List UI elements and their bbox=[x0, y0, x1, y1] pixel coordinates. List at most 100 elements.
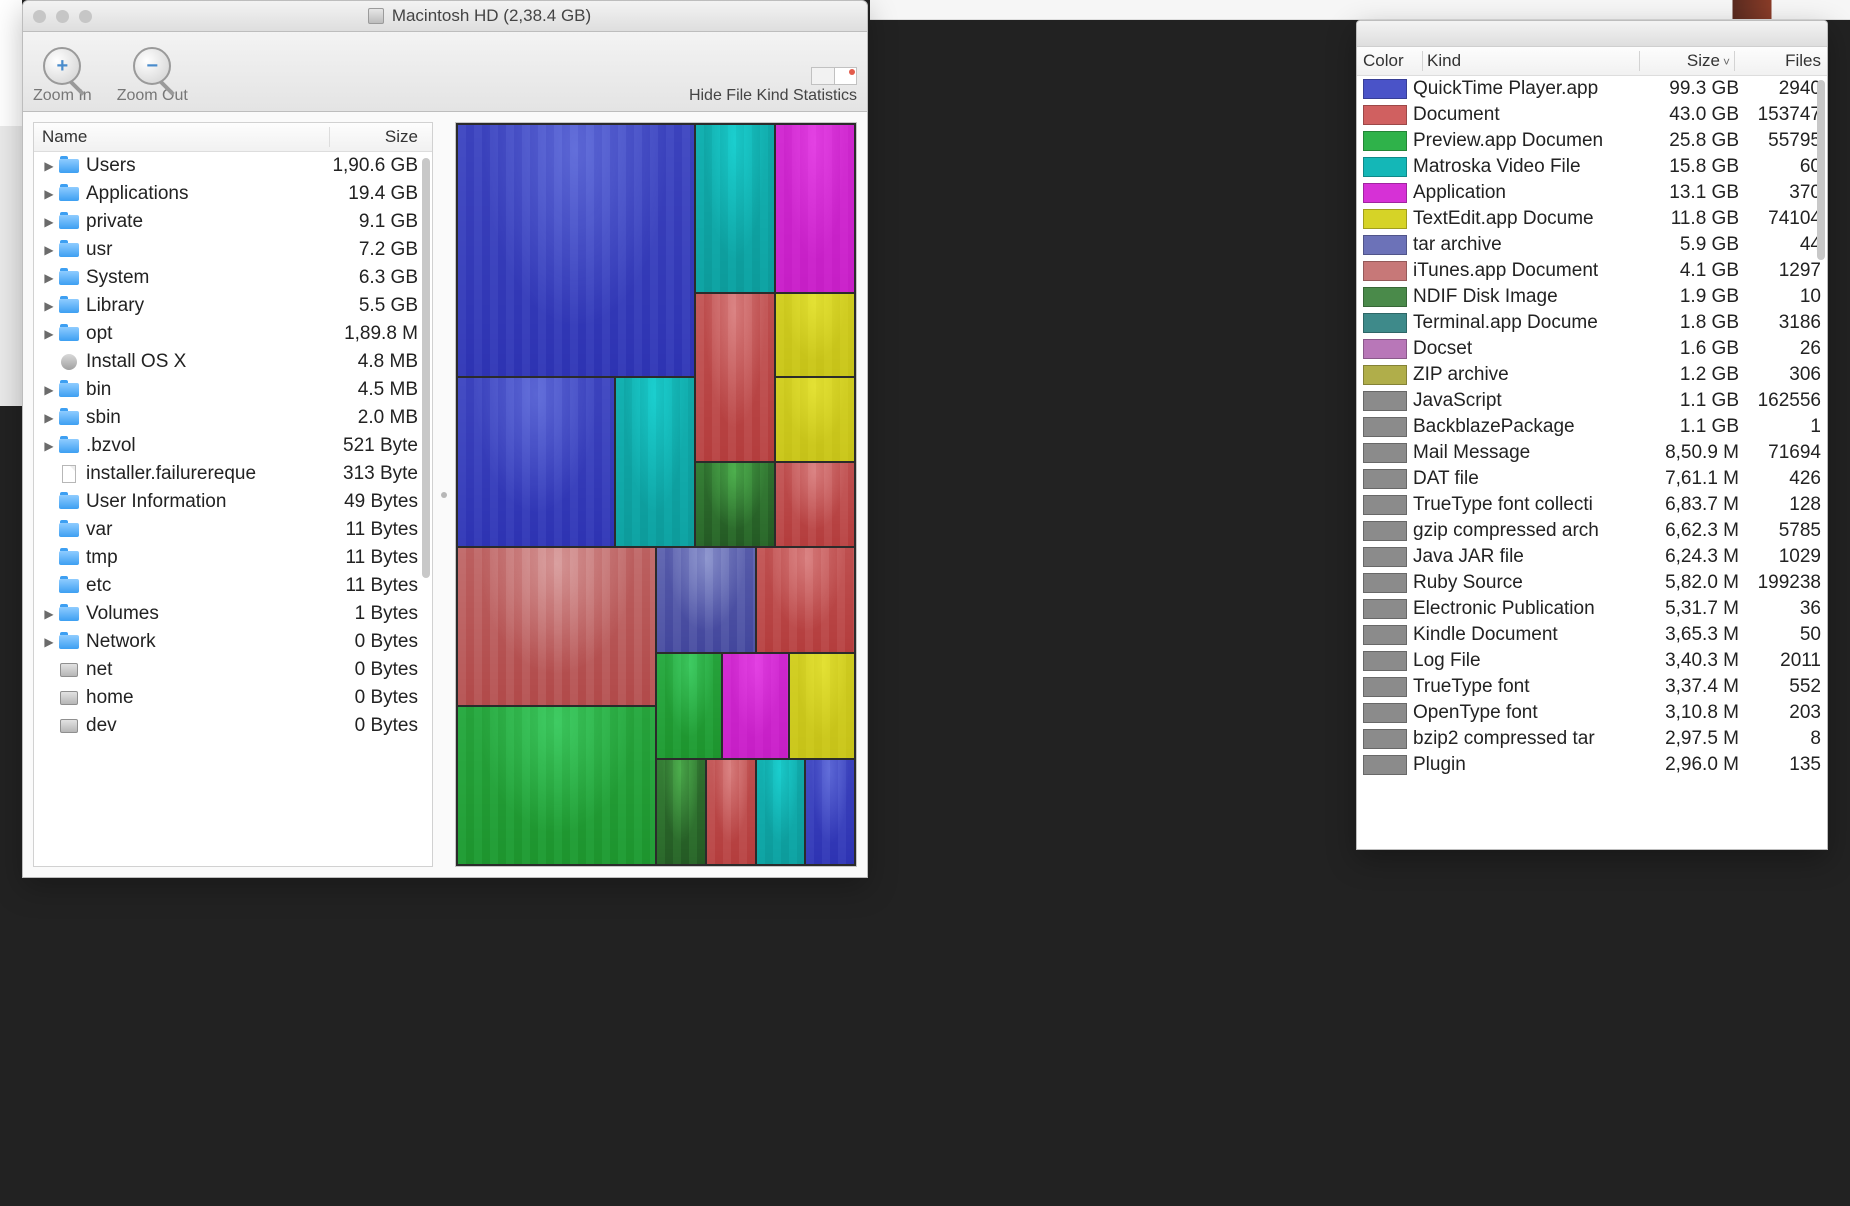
file-row[interactable]: ▶bin4.5 MB bbox=[34, 376, 432, 404]
scrollbar[interactable] bbox=[422, 158, 430, 578]
kind-files: 370 bbox=[1739, 182, 1821, 204]
stats-row[interactable]: QuickTime Player.app99.3 GB2940 bbox=[1357, 76, 1827, 102]
stats-row[interactable]: Kindle Document3,65.3 M50 bbox=[1357, 622, 1827, 648]
folder-icon bbox=[58, 269, 80, 287]
file-row[interactable]: installer.failurereque313 Byte bbox=[34, 460, 432, 488]
stats-row[interactable]: Terminal.app Docume1.8 GB3186 bbox=[1357, 310, 1827, 336]
file-size: 1,89.8 M bbox=[319, 323, 424, 345]
stats-row[interactable]: gzip compressed arch6,62.3 M5785 bbox=[1357, 518, 1827, 544]
file-row[interactable]: ▶System6.3 GB bbox=[34, 264, 432, 292]
file-row[interactable]: ▶private9.1 GB bbox=[34, 208, 432, 236]
statistics-header[interactable]: Color Kind Size˅ Files bbox=[1357, 47, 1827, 76]
stats-row[interactable]: DAT file7,61.1 M426 bbox=[1357, 466, 1827, 492]
disclosure-icon[interactable]: ▶ bbox=[40, 243, 58, 257]
disclosure-icon[interactable]: ▶ bbox=[40, 187, 58, 201]
column-kind[interactable]: Kind bbox=[1427, 51, 1635, 71]
color-swatch bbox=[1363, 547, 1407, 567]
kind-size: 1.2 GB bbox=[1653, 364, 1739, 386]
disclosure-icon[interactable]: ▶ bbox=[40, 607, 58, 621]
file-row[interactable]: dev0 Bytes bbox=[34, 712, 432, 740]
kind-files: 55795 bbox=[1739, 130, 1821, 152]
stats-row[interactable]: Log File3,40.3 M2011 bbox=[1357, 648, 1827, 674]
column-files[interactable]: Files bbox=[1739, 51, 1821, 71]
file-row[interactable]: var11 Bytes bbox=[34, 516, 432, 544]
statistics-titlebar[interactable] bbox=[1357, 21, 1827, 47]
file-row[interactable]: ▶Library5.5 GB bbox=[34, 292, 432, 320]
stats-row[interactable]: bzip2 compressed tar2,97.5 M8 bbox=[1357, 726, 1827, 752]
zoom-out-button[interactable]: − Zoom Out bbox=[117, 47, 188, 105]
stats-row[interactable]: Plugin2,96.0 M135 bbox=[1357, 752, 1827, 778]
stats-row[interactable]: iTunes.app Document4.1 GB1297 bbox=[1357, 258, 1827, 284]
kind-label: gzip compressed arch bbox=[1413, 520, 1653, 542]
disclosure-icon[interactable]: ▶ bbox=[40, 635, 58, 649]
stats-row[interactable]: Mail Message8,50.9 M71694 bbox=[1357, 440, 1827, 466]
disclosure-icon[interactable]: ▶ bbox=[40, 383, 58, 397]
disclosure-icon[interactable]: ▶ bbox=[40, 215, 58, 229]
file-row[interactable]: ▶Network0 Bytes bbox=[34, 628, 432, 656]
kind-files: 128 bbox=[1739, 494, 1821, 516]
stats-row[interactable]: OpenType font3,10.8 M203 bbox=[1357, 700, 1827, 726]
stats-row[interactable]: Matroska Video File15.8 GB60 bbox=[1357, 154, 1827, 180]
file-tree-header[interactable]: Name Size bbox=[34, 123, 432, 152]
stats-row[interactable]: Ruby Source5,82.0 M199238 bbox=[1357, 570, 1827, 596]
stats-row[interactable]: Application13.1 GB370 bbox=[1357, 180, 1827, 206]
stats-row[interactable]: Document43.0 GB153747 bbox=[1357, 102, 1827, 128]
stats-row[interactable]: TextEdit.app Docume11.8 GB74104 bbox=[1357, 206, 1827, 232]
zoom-in-button[interactable]: + Zoom In bbox=[33, 47, 92, 105]
kind-size: 1.1 GB bbox=[1653, 416, 1739, 438]
disclosure-icon[interactable]: ▶ bbox=[40, 299, 58, 313]
titlebar[interactable]: Macintosh HD (2,38.4 GB) bbox=[23, 1, 867, 32]
stats-row[interactable]: TrueType font collecti6,83.7 M128 bbox=[1357, 492, 1827, 518]
close-icon[interactable] bbox=[33, 10, 46, 23]
statistics-list[interactable]: QuickTime Player.app99.3 GB2940Document4… bbox=[1357, 76, 1827, 849]
file-row[interactable]: Install OS X4.8 MB bbox=[34, 348, 432, 376]
stats-row[interactable]: Electronic Publication5,31.7 M36 bbox=[1357, 596, 1827, 622]
stats-row[interactable]: tar archive5.9 GB44 bbox=[1357, 232, 1827, 258]
stats-row[interactable]: ZIP archive1.2 GB306 bbox=[1357, 362, 1827, 388]
file-row[interactable]: etc11 Bytes bbox=[34, 572, 432, 600]
disclosure-icon[interactable]: ▶ bbox=[40, 411, 58, 425]
file-row[interactable]: tmp11 Bytes bbox=[34, 544, 432, 572]
file-row[interactable]: ▶Users1,90.6 GB bbox=[34, 152, 432, 180]
file-row[interactable]: ▶Applications19.4 GB bbox=[34, 180, 432, 208]
stats-row[interactable]: Preview.app Documen25.8 GB55795 bbox=[1357, 128, 1827, 154]
stats-row[interactable]: Docset1.6 GB26 bbox=[1357, 336, 1827, 362]
disclosure-icon[interactable]: ▶ bbox=[40, 271, 58, 285]
stats-row[interactable]: BackblazePackage1.1 GB1 bbox=[1357, 414, 1827, 440]
file-tree-list[interactable]: ▶Users1,90.6 GB▶Applications19.4 GB▶priv… bbox=[34, 152, 432, 866]
kind-size: 3,37.4 M bbox=[1653, 676, 1739, 698]
kind-size: 1.8 GB bbox=[1653, 312, 1739, 334]
stats-row[interactable]: JavaScript1.1 GB162556 bbox=[1357, 388, 1827, 414]
stats-row[interactable]: TrueType font3,37.4 M552 bbox=[1357, 674, 1827, 700]
file-row[interactable]: ▶opt1,89.8 M bbox=[34, 320, 432, 348]
kind-label: Ruby Source bbox=[1413, 572, 1653, 594]
column-size[interactable]: Size˅ bbox=[1644, 51, 1730, 71]
minimize-icon[interactable] bbox=[56, 10, 69, 23]
column-name[interactable]: Name bbox=[42, 127, 325, 147]
treemap-panel[interactable] bbox=[455, 122, 857, 867]
file-row[interactable]: User Information49 Bytes bbox=[34, 488, 432, 516]
file-size: 1,90.6 GB bbox=[319, 155, 424, 177]
disclosure-icon[interactable]: ▶ bbox=[40, 327, 58, 341]
file-row[interactable]: ▶Volumes1 Bytes bbox=[34, 600, 432, 628]
split-handle[interactable] bbox=[441, 122, 447, 867]
disclosure-icon[interactable]: ▶ bbox=[40, 439, 58, 453]
zoom-icon[interactable] bbox=[79, 10, 92, 23]
file-row[interactable]: ▶.bzvol521 Byte bbox=[34, 432, 432, 460]
column-color[interactable]: Color bbox=[1363, 51, 1418, 71]
kind-size: 15.8 GB bbox=[1653, 156, 1739, 178]
file-row[interactable]: ▶usr7.2 GB bbox=[34, 236, 432, 264]
hide-statistics-button[interactable]: Hide File Kind Statistics bbox=[689, 67, 857, 105]
file-row[interactable]: ▶sbin2.0 MB bbox=[34, 404, 432, 432]
kind-size: 1.9 GB bbox=[1653, 286, 1739, 308]
kind-size: 4.1 GB bbox=[1653, 260, 1739, 282]
stats-row[interactable]: NDIF Disk Image1.9 GB10 bbox=[1357, 284, 1827, 310]
file-row[interactable]: net0 Bytes bbox=[34, 656, 432, 684]
file-name: bin bbox=[86, 379, 319, 401]
file-row[interactable]: home0 Bytes bbox=[34, 684, 432, 712]
stats-row[interactable]: Java JAR file6,24.3 M1029 bbox=[1357, 544, 1827, 570]
zoom-out-icon: − bbox=[133, 47, 171, 85]
disclosure-icon[interactable]: ▶ bbox=[40, 159, 58, 173]
scrollbar[interactable] bbox=[1817, 80, 1825, 260]
column-size[interactable]: Size bbox=[334, 127, 424, 147]
